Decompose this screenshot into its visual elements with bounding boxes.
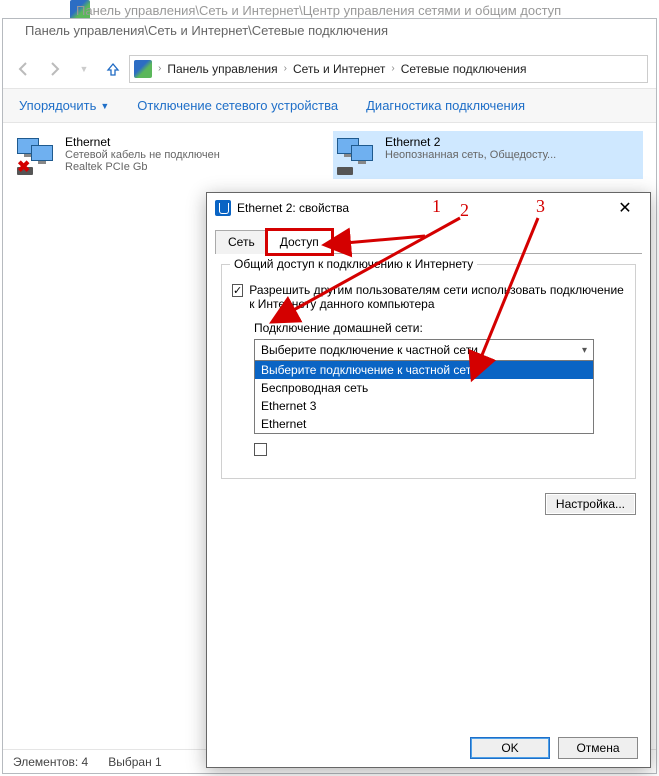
close-button[interactable]: ✕ xyxy=(608,198,642,218)
settings-button[interactable]: Настройка... xyxy=(545,493,636,515)
adapter-icon xyxy=(215,200,231,216)
allow-control-row[interactable] xyxy=(254,442,625,456)
network-adapter-icon xyxy=(337,135,377,175)
item-count: Элементов: 4 xyxy=(13,755,88,769)
chevron-down-icon: ▼ xyxy=(100,101,109,111)
address-bar: ▼ › Панель управления › Сеть и Интернет … xyxy=(3,49,656,89)
dropdown-option[interactable]: Выберите подключение к частной сети xyxy=(255,361,593,379)
ics-group: Общий доступ к подключению к Интернету Р… xyxy=(221,264,636,479)
window-title: Панель управления\Сеть и Интернет\Сетевы… xyxy=(25,23,388,38)
ok-button[interactable]: OK xyxy=(470,737,550,759)
connection-item[interactable]: Ethernet 2 Неопознанная сеть, Общедосту.… xyxy=(333,131,643,179)
tab-strip: Сеть Доступ xyxy=(215,229,642,254)
dropdown-option[interactable]: Ethernet 3 xyxy=(255,397,593,415)
allow-sharing-row[interactable]: Разрешить другим пользователям сети испо… xyxy=(232,283,625,311)
allow-sharing-label: Разрешить другим пользователям сети испо… xyxy=(249,283,625,311)
back-button[interactable] xyxy=(11,56,37,82)
dropdown-option[interactable]: Беспроводная сеть xyxy=(255,379,593,397)
breadcrumb-item[interactable]: Сетевые подключения xyxy=(395,62,533,76)
connection-status: Сетевой кабель не подключен xyxy=(65,149,220,161)
dropdown-option[interactable]: Ethernet xyxy=(255,415,593,433)
diagnose-button[interactable]: Диагностика подключения xyxy=(366,98,525,113)
dialog-title: Ethernet 2: свойства xyxy=(237,201,349,215)
breadcrumb-item[interactable]: Сеть и Интернет xyxy=(287,62,391,76)
home-network-dropdown[interactable]: Выберите подключение к частной сети ▾ Вы… xyxy=(254,339,594,434)
connection-status: Неопознанная сеть, Общедосту... xyxy=(385,149,556,161)
allow-sharing-checkbox[interactable] xyxy=(232,284,243,297)
breadcrumb-item[interactable]: Панель управления xyxy=(161,62,283,76)
connection-item[interactable]: ✖ Ethernet Сетевой кабель не подключен R… xyxy=(13,131,323,179)
chevron-down-icon: ▾ xyxy=(582,345,587,356)
allow-control-checkbox[interactable] xyxy=(254,443,267,456)
dropdown-list: Выберите подключение к частной сети Бесп… xyxy=(255,361,593,433)
group-title: Общий доступ к подключению к Интернету xyxy=(230,257,477,271)
home-network-label: Подключение домашней сети: xyxy=(254,321,625,335)
tab-sharing[interactable]: Доступ xyxy=(267,230,332,254)
connection-name: Ethernet xyxy=(65,135,220,149)
disable-device-button[interactable]: Отключение сетевого устройства xyxy=(137,98,338,113)
up-button[interactable] xyxy=(101,57,125,81)
forward-button[interactable] xyxy=(41,56,67,82)
dialog-titlebar[interactable]: Ethernet 2: свойства ✕ xyxy=(207,193,650,223)
network-adapter-icon: ✖ xyxy=(17,135,57,175)
dialog-buttons: OK Отмена xyxy=(470,737,638,759)
dropdown-selected-text: Выберите подключение к частной сети xyxy=(261,343,478,357)
organize-label: Упорядочить xyxy=(19,98,96,113)
tab-network[interactable]: Сеть xyxy=(215,230,268,254)
cancel-button[interactable]: Отмена xyxy=(558,737,638,759)
disconnected-icon: ✖ xyxy=(17,157,30,177)
tab-panel-sharing: Общий доступ к подключению к Интернету Р… xyxy=(221,264,636,479)
connection-name: Ethernet 2 xyxy=(385,135,556,149)
parent-window-title: Панель управления\Сеть и Интернет\Центр … xyxy=(76,3,561,18)
organize-menu[interactable]: Упорядочить ▼ xyxy=(19,98,109,113)
breadcrumb[interactable]: › Панель управления › Сеть и Интернет › … xyxy=(129,55,648,83)
properties-dialog: Ethernet 2: свойства ✕ Сеть Доступ Общий… xyxy=(206,192,651,768)
connection-adapter: Realtek PCIe Gb xyxy=(65,161,220,173)
dropdown-selected[interactable]: Выберите подключение к частной сети ▾ xyxy=(255,340,593,361)
history-dropdown-icon[interactable]: ▼ xyxy=(71,56,97,82)
selected-count: Выбран 1 xyxy=(108,755,161,769)
breadcrumb-icon xyxy=(134,60,152,78)
toolbar: Упорядочить ▼ Отключение сетевого устрой… xyxy=(3,89,656,123)
connections-list: ✖ Ethernet Сетевой кабель не подключен R… xyxy=(3,123,656,187)
